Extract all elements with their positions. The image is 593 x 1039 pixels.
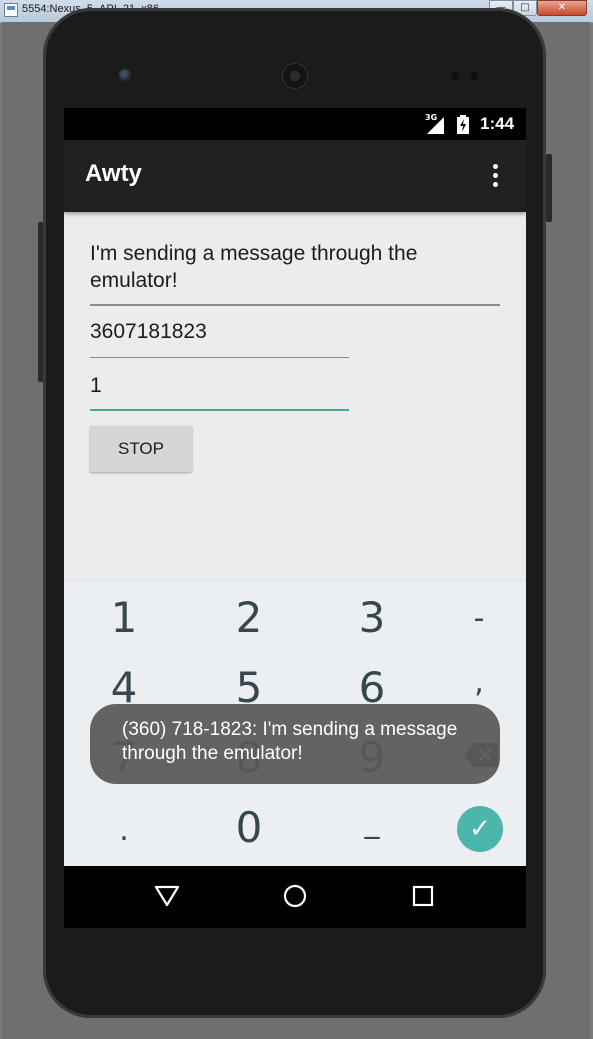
front-camera-icon [119,69,131,81]
battery-charging-icon [457,115,469,134]
power-button[interactable] [546,154,552,222]
speaker-grille-icon [283,64,307,88]
key-0[interactable]: 0 [219,803,279,852]
recents-icon[interactable] [410,883,436,909]
proximity-sensor-icon [451,72,459,80]
interval-input-underline-focused [90,409,349,411]
network-type-label: 3G [425,113,438,122]
key-1[interactable]: 1 [94,593,154,642]
status-bar: 3G 1:44 [64,108,526,140]
toast-message: (360) 718-1823: I'm sending a message th… [90,704,500,784]
key-comma[interactable]: , [449,665,509,700]
back-icon[interactable] [154,883,180,909]
navigation-bar [64,866,526,928]
key-2[interactable]: 2 [219,593,279,642]
light-sensor-icon [470,72,478,80]
close-button[interactable]: ✕ [537,0,587,16]
emulator-app-icon [4,3,18,17]
done-check-icon[interactable]: ✓ [457,806,503,852]
interval-input[interactable]: 1 [90,374,102,398]
key-minus[interactable]: - [449,601,509,636]
app-bar: Awty [64,140,526,212]
stop-button[interactable]: STOP [90,426,192,472]
key-period[interactable]: . [94,813,154,848]
key-3[interactable]: 3 [342,593,402,642]
phone-number-input[interactable]: 3607181823 [90,320,207,344]
more-vert-icon[interactable] [484,164,506,190]
status-clock: 1:44 [480,114,515,133]
home-icon[interactable] [282,883,308,909]
app-title: Awty [85,160,142,187]
message-input-underline [90,304,500,306]
phone-number-underline [90,357,349,358]
key-underscore[interactable]: _ [342,805,402,840]
message-input[interactable]: I'm sending a message through the emulat… [90,240,500,294]
device-screen: 3G 1:44 Awty I'm sending a message throu… [64,108,526,928]
